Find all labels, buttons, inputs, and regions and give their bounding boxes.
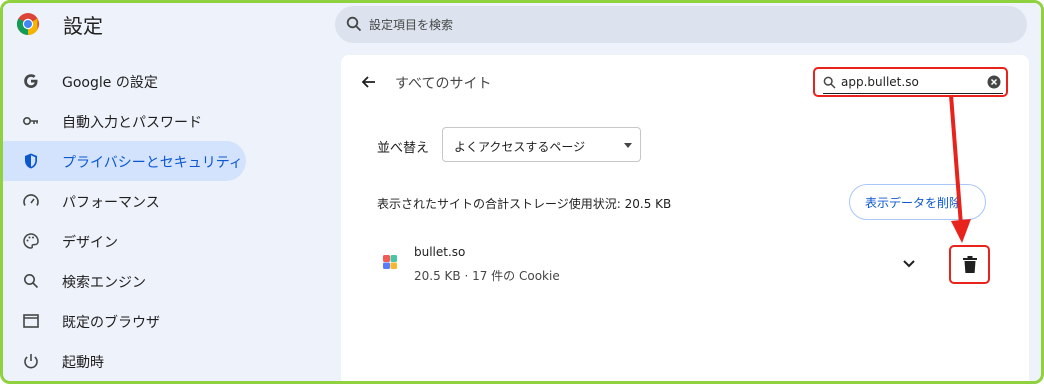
header: 設定 — [3, 3, 1041, 49]
sidebar-item-label: デザイン — [62, 235, 118, 251]
sidebar-item-appearance[interactable]: デザイン — [3, 221, 246, 261]
search-underline — [823, 93, 1003, 94]
sidebar-item-google[interactable]: Google の設定 — [3, 61, 246, 101]
sidebar-item-default-browser[interactable]: 既定のブラウザ — [3, 301, 246, 341]
sidebar-item-label: プライバシーとセキュリティ — [62, 155, 243, 171]
clear-search-icon[interactable] — [987, 75, 1001, 89]
sidebar-item-privacy[interactable]: プライバシーとセキュリティ — [3, 141, 246, 181]
site-search-value[interactable]: app.bullet.so — [841, 75, 919, 89]
clear-displayed-data-button[interactable]: 表示データを削除 — [849, 184, 986, 220]
chevron-down-icon[interactable] — [900, 254, 918, 272]
sidebar-item-label: 自動入力とパスワード — [62, 115, 202, 131]
sidebar-item-search-engine[interactable]: 検索エンジン — [3, 261, 246, 301]
back-arrow-icon[interactable] — [359, 72, 379, 92]
search-icon — [24, 274, 39, 289]
site-meta: 20.5 KB · 17 件の Cookie — [414, 269, 560, 283]
sidebar-item-on-startup[interactable]: 起動時 — [3, 341, 246, 381]
sort-label: 並べ替え — [377, 141, 430, 156]
sidebar-item-label: 検索エンジン — [62, 275, 146, 291]
page-title: すべてのサイト — [395, 76, 492, 92]
chrome-logo-icon — [17, 13, 39, 35]
sidebar-item-label: 起動時 — [62, 355, 104, 371]
dropdown-arrow-icon — [624, 143, 632, 148]
sort-dropdown[interactable]: よくアクセスするページ — [442, 127, 641, 162]
trash-icon — [963, 256, 977, 273]
sidebar: Google の設定 自動入力とパスワード プライバシーとセキュリティ パフォー… — [3, 61, 333, 381]
app-title: 設定 — [63, 14, 103, 38]
sidebar-item-label: Google の設定 — [62, 75, 158, 91]
site-row[interactable]: bullet.so 20.5 KB · 17 件の Cookie — [341, 237, 1029, 284]
site-search-field[interactable]: app.bullet.so — [813, 67, 1008, 97]
search-icon — [346, 16, 362, 32]
power-icon — [24, 354, 38, 369]
sort-selected-value: よくアクセスするページ — [454, 140, 586, 154]
sidebar-item-label: パフォーマンス — [62, 195, 160, 211]
main-panel: すべてのサイト app.bullet.so 並べ替え よくアクセスするページ 表… — [341, 55, 1029, 381]
key-icon — [22, 117, 38, 126]
browser-window-icon — [23, 314, 39, 328]
sidebar-item-performance[interactable]: パフォーマンス — [3, 181, 246, 221]
bullet-favicon-icon — [383, 255, 397, 269]
speedometer-icon — [23, 194, 39, 206]
sidebar-item-autofill[interactable]: 自動入力とパスワード — [3, 101, 246, 141]
window-frame: 設定 Google の設定 自動入 — [0, 0, 1044, 384]
settings-search-input[interactable] — [369, 6, 1009, 43]
palette-icon — [23, 233, 39, 249]
site-name: bullet.so — [414, 245, 466, 259]
settings-search-bar[interactable] — [335, 6, 1027, 43]
google-g-icon — [24, 74, 38, 88]
storage-usage-text: 表示されたサイトの合計ストレージ使用状況: 20.5 KB — [377, 197, 672, 211]
sidebar-item-label: 既定のブラウザ — [62, 315, 160, 331]
search-icon — [823, 76, 836, 89]
delete-site-button[interactable] — [949, 245, 990, 284]
shield-icon — [25, 153, 37, 169]
